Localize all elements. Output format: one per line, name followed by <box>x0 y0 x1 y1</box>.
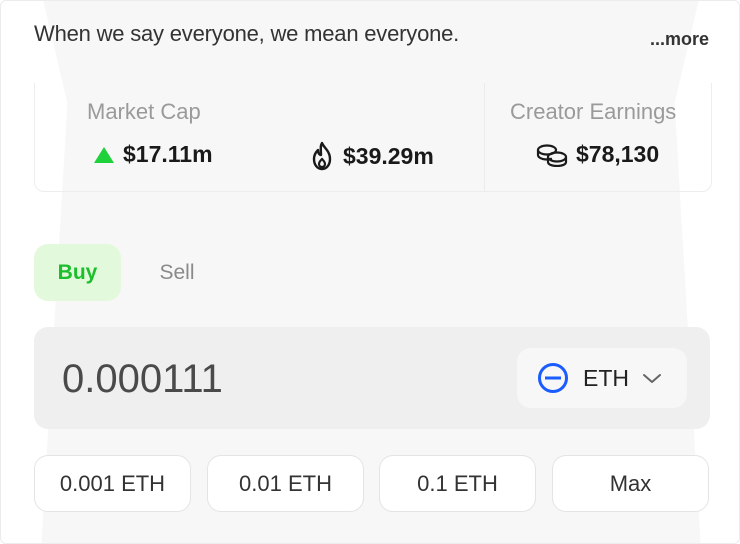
amount-input[interactable] <box>60 351 504 407</box>
triangle-up-icon <box>94 146 114 163</box>
more-link[interactable]: ...more <box>650 29 709 50</box>
flame-icon <box>312 141 332 171</box>
creator-earnings-label: Creator Earnings <box>510 99 677 124</box>
preset-button[interactable]: 0.01 ETH <box>207 455 364 512</box>
trade-panel: When we say everyone, we mean everyone. … <box>0 0 740 544</box>
tab-sell[interactable]: Sell <box>134 244 220 301</box>
market-cap-stat: $17.11m <box>93 141 213 168</box>
token-description: When we say everyone, we mean everyone. <box>34 21 460 46</box>
token-label: ETH <box>583 365 629 391</box>
tab-buy[interactable]: Buy <box>34 244 121 301</box>
max-button[interactable]: Max <box>552 455 709 512</box>
amount-box: ETH <box>34 327 710 429</box>
preset-button[interactable]: 0.001 ETH <box>34 455 191 512</box>
creator-earnings-stat: $78,130 <box>536 141 659 168</box>
stats-card: Market Cap $17.11m $39.29m Creator Earni… <box>34 83 712 192</box>
volume-stat: $39.29m <box>309 141 434 171</box>
market-cap-value: $17.11m <box>123 141 213 167</box>
stats-divider <box>484 83 485 191</box>
coins-icon <box>536 143 568 167</box>
token-selector[interactable]: ETH <box>517 348 687 408</box>
preset-button[interactable]: 0.1 ETH <box>379 455 536 512</box>
eth-circle-icon <box>538 363 568 393</box>
chevron-down-icon <box>643 374 661 383</box>
market-cap-label: Market Cap <box>87 99 201 124</box>
creator-earnings-value: $78,130 <box>576 141 660 167</box>
volume-value: $39.29m <box>343 142 434 169</box>
